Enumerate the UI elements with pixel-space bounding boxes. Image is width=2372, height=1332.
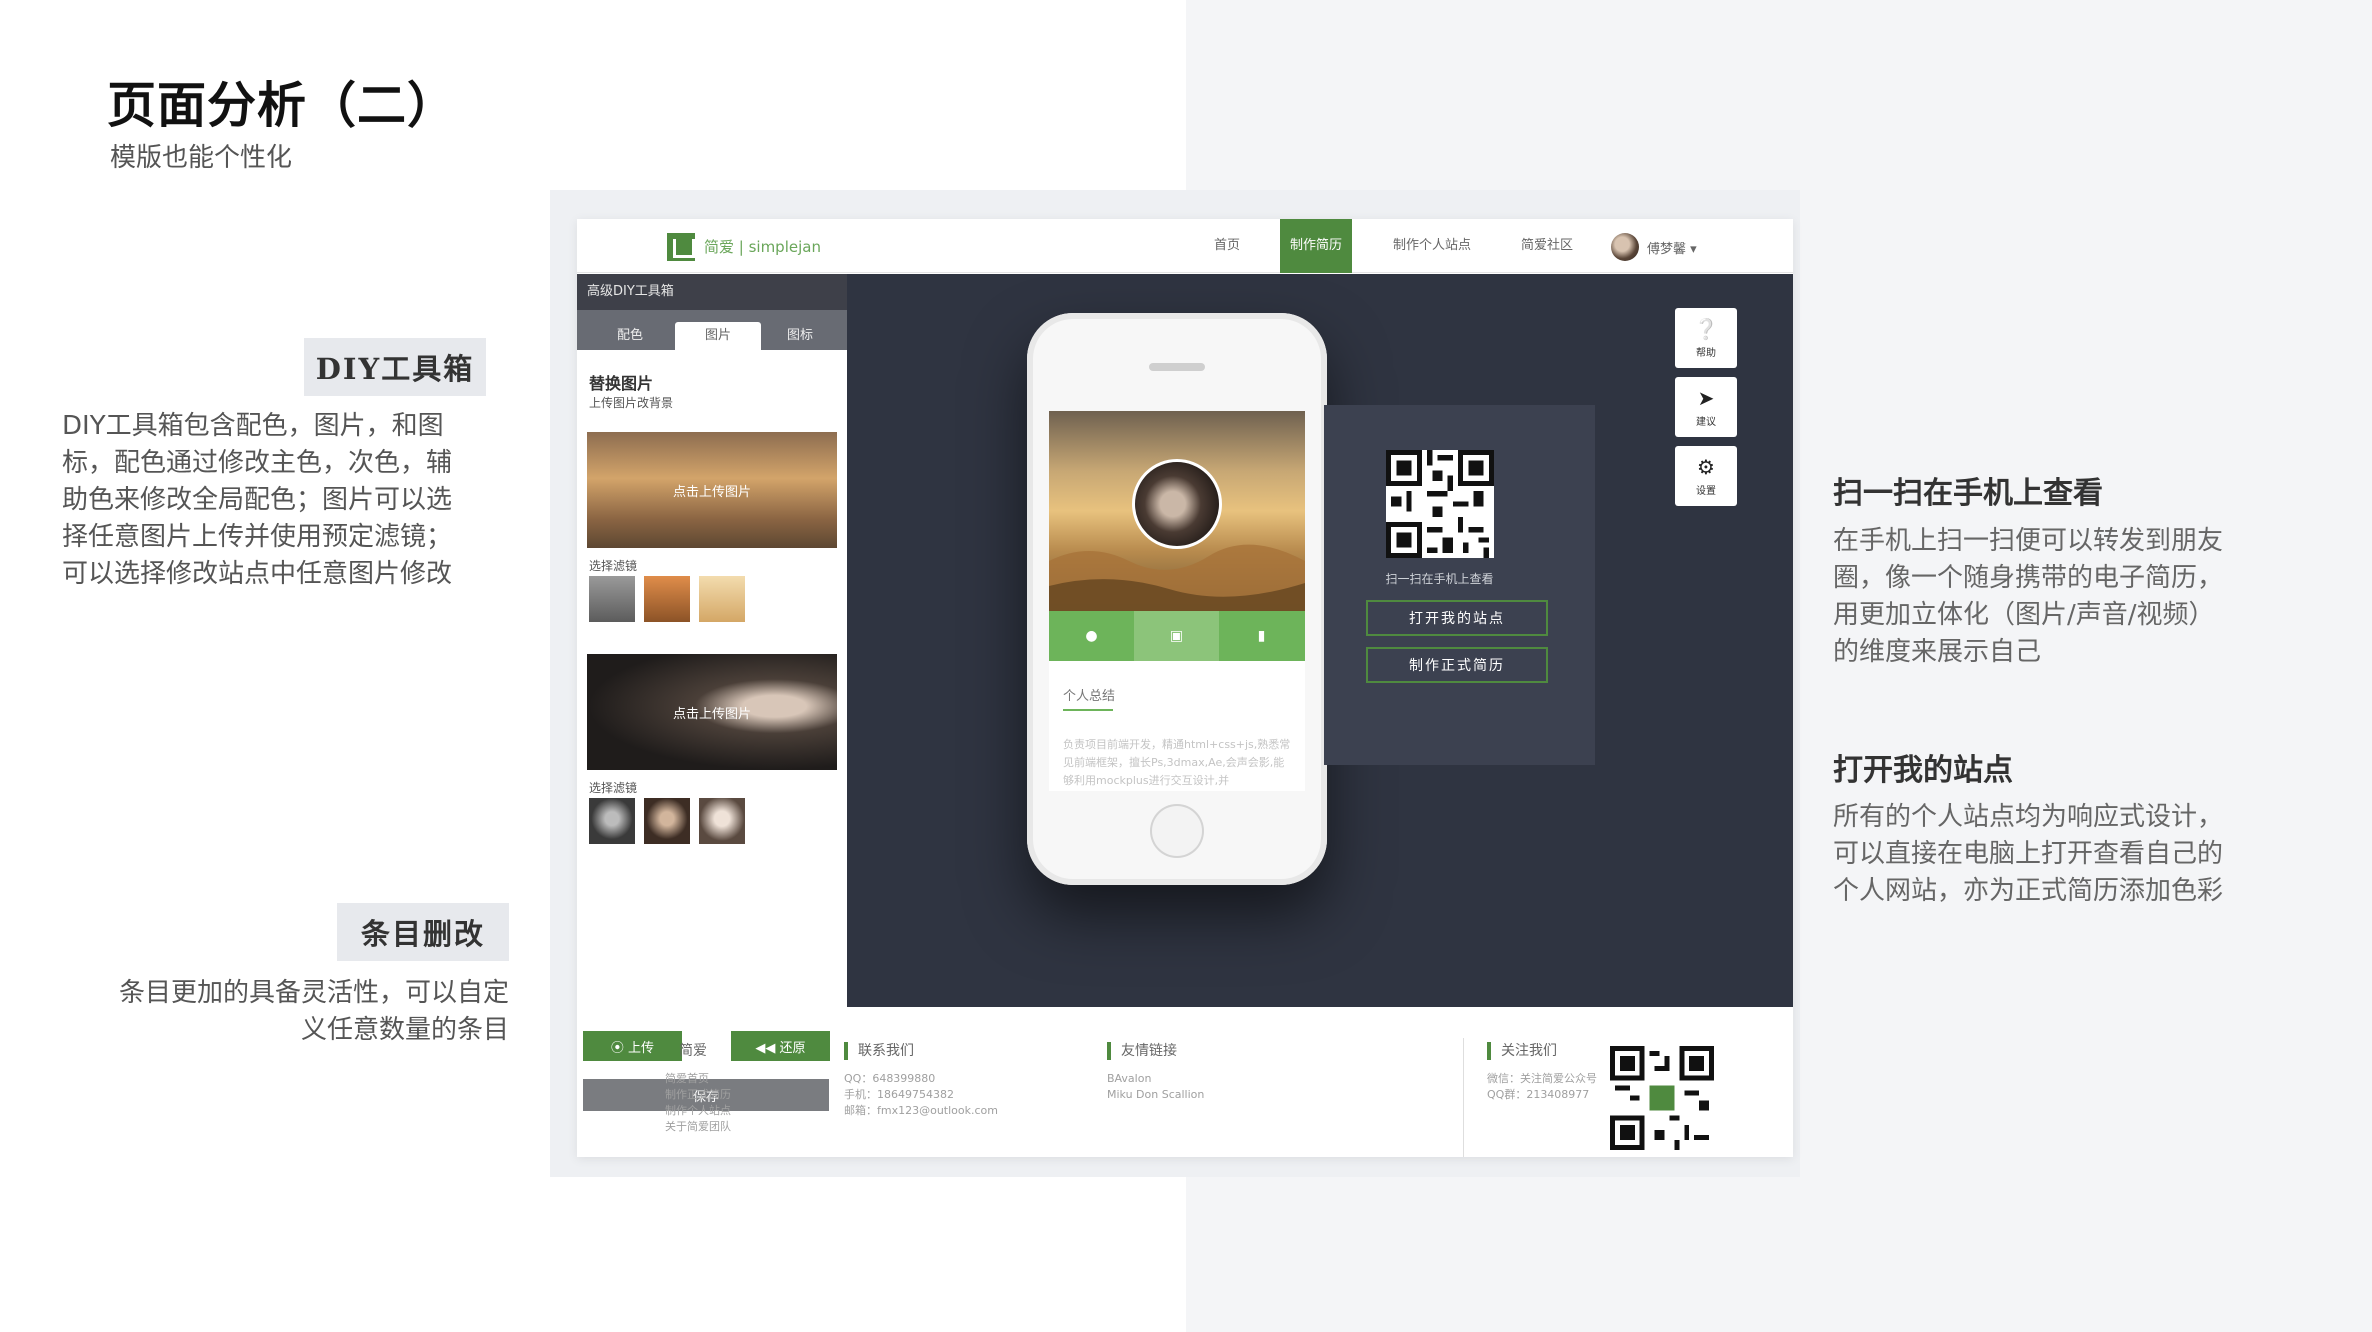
filter-label: 选择滤镜: [589, 559, 638, 573]
filter-thumb[interactable]: [644, 798, 690, 844]
suggest-button[interactable]: ➤ 建议: [1675, 377, 1737, 437]
scan-description: 在手机上扫一扫便可以转发到朋友 圈，像一个随身携带的电子简历， 用更加立体化（图…: [1833, 526, 2224, 667]
filter-label: 选择滤镜: [589, 781, 638, 795]
filter-thumb[interactable]: [589, 576, 635, 622]
nav-home[interactable]: 首页: [1214, 219, 1240, 273]
nav-make-site[interactable]: 制作个人站点: [1393, 219, 1471, 273]
footer-contact-lines: QQ：648399880 手机：18649754382 邮箱：fmx123@ou…: [844, 1072, 998, 1117]
phone-screen: ● ▣ ▮ 个人总结 负责项目前端开发，精通html+css+js,熟悉常见前端…: [1049, 411, 1305, 791]
diy-toolbox-description: DIY工具箱包含配色，图片，和图 标，配色通过修改主色，次色，辅 助色来修改全局…: [62, 411, 453, 589]
footer-follow-lines: 微信：关注简爱公众号 QQ群：213408977: [1487, 1072, 1597, 1101]
logo-text[interactable]: 简爱 | simplejan: [704, 236, 821, 257]
phone-home-button: [1150, 804, 1204, 858]
user-avatar[interactable]: [1611, 233, 1639, 261]
phone-tab-bar: ● ▣ ▮: [1049, 611, 1305, 661]
slide-title: 页面分析（二）: [107, 77, 458, 134]
tab-images[interactable]: 图片: [675, 322, 761, 350]
replace-image-subheading: 上传图片改背景: [589, 396, 674, 410]
help-button[interactable]: ❔ 帮助: [1675, 308, 1737, 368]
phone-avatar: [1132, 459, 1222, 549]
footer-divider: [1463, 1038, 1464, 1157]
gear-icon: ⚙: [1697, 454, 1715, 479]
footer-friend-links: BAvalon Miku Don Scallion: [1107, 1072, 1205, 1101]
document-icon[interactable]: ▮: [1219, 611, 1304, 661]
upload-background-image[interactable]: 点击上传图片: [587, 432, 837, 548]
phone-section-title: 个人总结: [1063, 689, 1116, 704]
nav-make-resume[interactable]: 制作简历: [1280, 219, 1353, 273]
diy-sidebar: 高级DIY工具箱 配色 图片 图标 替换图片 上传图片改背景 点击上传图片 选择…: [577, 274, 847, 1007]
top-navigation: 简爱 | simplejan 首页 制作简历 制作个人站点 简爱社区 傅梦馨 ▾: [577, 219, 1793, 273]
slide-subtitle: 模版也能个性化: [110, 143, 293, 173]
phone-section-text: 负责项目前端开发，精通html+css+js,熟悉常见前端框架，擅长Ps,3dm…: [1063, 738, 1291, 787]
make-resume-button[interactable]: 制作正式简历: [1366, 647, 1548, 683]
tab-colors[interactable]: 配色: [587, 322, 673, 350]
sidebar-tabs: 配色 图片 图标: [577, 310, 847, 350]
qr-caption: 扫一扫在手机上查看: [1385, 572, 1494, 586]
replace-image-heading: 替换图片: [589, 374, 654, 393]
scan-title: 扫一扫在手机上查看: [1833, 476, 2103, 511]
phone-speaker: [1149, 363, 1205, 371]
phone-section-underline: [1063, 709, 1113, 711]
open-site-title: 打开我的站点: [1833, 753, 2013, 788]
nav-community[interactable]: 简爱社区: [1521, 219, 1573, 273]
phone-hero-image: [1049, 411, 1305, 611]
footer-col-follow: 关注我们: [1487, 1042, 1557, 1060]
footer-col-links: 友情链接: [1107, 1042, 1177, 1060]
tab-icons[interactable]: 图标: [757, 322, 843, 350]
help-icon: ❔: [1693, 316, 1719, 341]
settings-button[interactable]: ⚙ 设置: [1675, 446, 1737, 506]
user-menu[interactable]: 傅梦馨 ▾: [1647, 238, 1697, 257]
footer-col-contact: 联系我们: [844, 1042, 914, 1060]
person-icon[interactable]: ●: [1049, 611, 1134, 661]
filter-thumb[interactable]: [699, 798, 745, 844]
filter-thumb[interactable]: [589, 798, 635, 844]
footer-col-brand: 简爱: [665, 1042, 707, 1060]
restore-button[interactable]: ◀◀ 还原: [731, 1031, 830, 1061]
logo-icon[interactable]: [667, 233, 695, 261]
upload-avatar-image[interactable]: 点击上传图片: [587, 654, 837, 770]
phone-mockup: ● ▣ ▮ 个人总结 负责项目前端开发，精通html+css+js,熟悉常见前端…: [1027, 313, 1327, 885]
filter-thumb[interactable]: [699, 576, 745, 622]
entry-edit-tag: 条目删改: [337, 903, 509, 961]
open-my-site-button[interactable]: 打开我的站点: [1366, 600, 1548, 636]
filter-thumb[interactable]: [644, 576, 690, 622]
briefcase-icon[interactable]: ▣: [1134, 611, 1219, 661]
footer-qr-code: [1610, 1046, 1714, 1150]
sidebar-header: 高级DIY工具箱: [577, 274, 847, 310]
entry-edit-description: 条目更加的具备灵活性，可以自定 义任意数量的条目: [118, 978, 509, 1045]
site-qr-code: [1386, 450, 1494, 558]
diy-toolbox-tag: DIY工具箱: [304, 338, 486, 396]
footer-brand-links: 简爱首页 制作正式简历 制作个人站点 关于简爱团队: [665, 1072, 731, 1133]
paper-plane-icon: ➤: [1697, 385, 1715, 410]
open-site-description: 所有的个人站点均为响应式设计， 可以直接在电脑上打开查看自己的 个人网站，亦为正…: [1833, 802, 2224, 906]
qr-panel: 扫一扫在手机上查看 打开我的站点 制作正式简历: [1324, 405, 1595, 765]
